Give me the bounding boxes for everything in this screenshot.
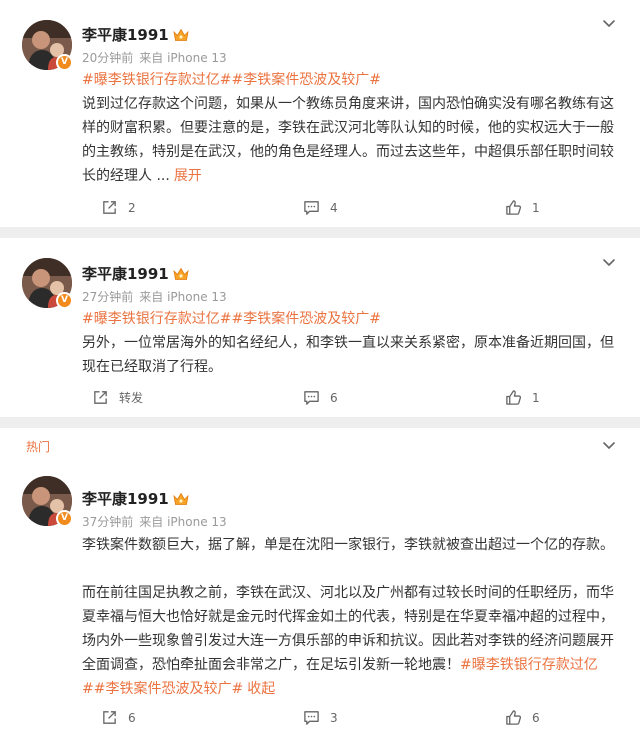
crown-badge-icon — [173, 492, 189, 506]
repost-button[interactable]: 转发 — [92, 387, 143, 409]
chevron-down-icon[interactable] — [602, 255, 616, 269]
chevron-down-icon[interactable] — [602, 438, 616, 452]
action-bar: 2 4 1 — [0, 197, 640, 219]
comment-button[interactable]: 4 — [303, 197, 338, 219]
crown-badge-icon — [173, 28, 189, 42]
comment-button[interactable]: 6 — [303, 387, 338, 409]
comment-bubble-icon — [303, 389, 320, 406]
collapse-link[interactable]: 收起 — [247, 681, 275, 697]
repost-label: 转发 — [119, 391, 144, 405]
share-out-icon — [92, 389, 109, 406]
repost-count: 2 — [128, 201, 136, 215]
repost-button[interactable]: 2 — [101, 197, 136, 219]
post-time[interactable]: 20分钟前 — [82, 51, 133, 65]
comment-count: 6 — [330, 391, 338, 405]
share-out-icon — [101, 709, 118, 726]
user-name[interactable]: 李平康1991 — [82, 265, 169, 283]
like-count: 1 — [532, 201, 540, 215]
expand-link[interactable]: 展开 — [174, 168, 202, 184]
hot-label: 热门 — [26, 440, 51, 454]
user-name[interactable]: 李平康1991 — [82, 490, 169, 508]
thumbs-up-icon — [505, 709, 522, 726]
post-card: V 李平康1991 20分钟前 来自 iPhone 13 #曝李铁银行存款过亿##… — [0, 0, 640, 227]
thumbs-up-icon — [505, 199, 522, 216]
post-time[interactable]: 37分钟前 — [82, 515, 133, 529]
verified-v-icon: V — [56, 292, 73, 309]
post-card: 热门 V 李平康1991 37分钟前 来自 iPhone 13 李铁案件数额巨大，… — [0, 428, 640, 739]
post-card: V 李平康1991 27分钟前 来自 iPhone 13 #曝李铁银行存款过亿##… — [0, 238, 640, 417]
post-source: 来自 iPhone 13 — [139, 290, 227, 304]
verified-v-icon: V — [56, 54, 73, 71]
post-source: 来自 iPhone 13 — [139, 515, 227, 529]
post-body-paragraph: 李铁案件数额巨大，据了解，单是在沈阳一家银行，李铁就被查出超过一个亿的存款。 — [82, 537, 614, 553]
hashtag-link[interactable]: #曝李铁银行存款过亿##李铁案件恐波及较广# — [82, 311, 381, 327]
hashtag-link[interactable]: #曝李铁银行存款过亿##李铁案件恐波及较广# — [82, 72, 381, 88]
user-name[interactable]: 李平康1991 — [82, 26, 169, 44]
like-count: 6 — [532, 711, 540, 725]
share-out-icon — [101, 199, 118, 216]
repost-count: 6 — [128, 711, 136, 725]
action-bar: 转发 6 1 — [0, 387, 640, 409]
repost-button[interactable]: 6 — [101, 707, 136, 729]
post-text: 李铁案件数额巨大，据了解，单是在沈阳一家银行，李铁就被查出超过一个亿的存款。 而… — [82, 533, 618, 701]
comment-button[interactable]: 3 — [303, 707, 338, 729]
thumbs-up-icon — [505, 389, 522, 406]
post-body: 另外，一位常居海外的知名经纪人，和李铁一直以来关系紧密，原本准备近期回国，但现在… — [82, 335, 614, 375]
like-button[interactable]: 1 — [505, 197, 540, 219]
verified-v-icon: V — [56, 510, 73, 527]
post-body: 说到过亿存款这个问题，如果从一个教练员角度来讲，国内恐怕确实没有哪名教练有这样的… — [82, 96, 614, 184]
post-text: #曝李铁银行存款过亿##李铁案件恐波及较广# 另外，一位常居海外的知名经纪人，和… — [82, 307, 618, 379]
comment-count: 3 — [330, 711, 338, 725]
crown-badge-icon — [173, 267, 189, 281]
like-button[interactable]: 1 — [505, 387, 540, 409]
post-source: 来自 iPhone 13 — [139, 51, 227, 65]
post-text: #曝李铁银行存款过亿##李铁案件恐波及较广# 说到过亿存款这个问题，如果从一个教… — [82, 68, 618, 188]
comment-count: 4 — [330, 201, 338, 215]
comment-bubble-icon — [303, 709, 320, 726]
chevron-down-icon[interactable] — [602, 16, 616, 30]
action-bar: 6 3 6 — [0, 707, 640, 729]
like-button[interactable]: 6 — [505, 707, 540, 729]
like-count: 1 — [532, 391, 540, 405]
comment-bubble-icon — [303, 199, 320, 216]
post-time[interactable]: 27分钟前 — [82, 290, 133, 304]
